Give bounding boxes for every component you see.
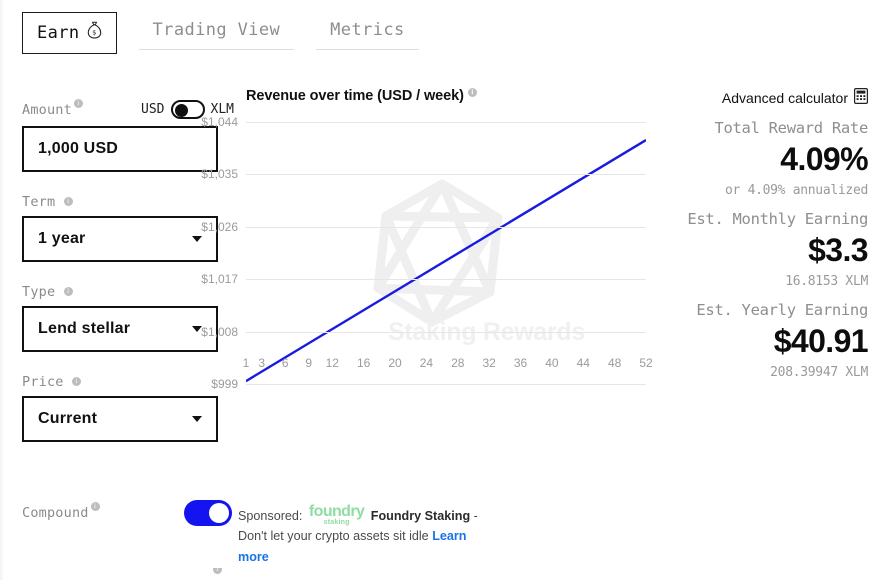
monthly-earning-label: Est. Monthly Earning: [687, 210, 868, 228]
chart-x-tick-label: 24: [419, 356, 434, 370]
price-select[interactable]: Current: [22, 396, 218, 442]
advanced-calculator-label: Advanced calculator: [721, 89, 848, 106]
chart-y-tick-label: $1,044: [201, 115, 238, 129]
info-icon[interactable]: i: [467, 88, 477, 97]
chart-x-tick-label: 12: [325, 356, 339, 370]
reward-rate-sub: or 4.09% annualized: [724, 183, 868, 198]
chart-title-text: Revenue over time (USD / week): [246, 88, 464, 104]
foundry-logo-sub: staking: [323, 519, 350, 526]
money-bag-icon: $: [87, 21, 102, 44]
advanced-calculator-button[interactable]: Advanced calculator: [618, 88, 869, 107]
chart-y-tick-label: $1,008: [201, 324, 238, 339]
chart-x-tick-label: 44: [576, 356, 590, 370]
amount-label: Amount i: [22, 98, 83, 118]
chart-gridline: [246, 122, 646, 123]
chart-y-tick-label: $1,026: [201, 219, 238, 234]
info-icon[interactable]: i: [213, 568, 222, 574]
foundry-logo-main: foundry: [308, 503, 365, 520]
next-field-row-partial: i: [22, 568, 222, 580]
amount-input[interactable]: 1,000 USD: [22, 126, 218, 172]
chevron-down-icon: [192, 236, 202, 242]
chart-y-tick-label: $999: [211, 377, 238, 391]
sponsor-text: Don't let your crypto assets sit idle: [238, 529, 429, 544]
tab-earn[interactable]: Earn $: [22, 12, 117, 54]
chart-x-tick-label: 6: [281, 356, 289, 370]
svg-text:$: $: [92, 29, 96, 37]
info-icon[interactable]: i: [63, 197, 73, 206]
compound-toggle[interactable]: [184, 500, 232, 526]
type-value: Lend stellar: [38, 320, 131, 337]
tab-earn-label: Earn: [37, 22, 80, 43]
chart-x-tick-label: 9: [305, 356, 313, 370]
monthly-earning-value: $3.3: [808, 232, 868, 268]
chart-gridline: [246, 279, 646, 281]
chart-plot-area: Staking Rewards $999 $1,008 $1,017 $1,026 $1…: [201, 115, 646, 391]
reward-rate-value: 4.09%: [780, 141, 868, 177]
results-panel: Advanced calculator Total Reward Rate 4.…: [618, 88, 869, 380]
revenue-chart: Revenue over time (USD / week) i Staking…: [201, 88, 653, 391]
price-value: Current: [38, 410, 98, 427]
monthly-earning-sub: 16.8153 XLM: [785, 274, 868, 289]
compound-label: Compound i: [22, 502, 100, 521]
type-select[interactable]: Lend stellar: [22, 306, 218, 352]
chart-x-tick-label: 16: [356, 356, 371, 370]
term-label: Term i: [22, 194, 222, 210]
chart-title: Revenue over time (USD / week) i: [246, 88, 646, 104]
chart-y-tick-label: $1,035: [201, 167, 238, 182]
yearly-earning-label: Est. Yearly Earning: [696, 301, 868, 319]
type-label: Type i: [22, 284, 222, 300]
term-value: 1 year: [38, 230, 86, 247]
sponsor-dash: -: [473, 509, 478, 523]
info-icon[interactable]: i: [63, 287, 73, 296]
chart-gridline: [246, 226, 646, 228]
term-select[interactable]: 1 year: [22, 216, 218, 262]
tab-metrics[interactable]: Metrics: [316, 12, 419, 50]
chart-y-tick-label: $1,017: [201, 272, 238, 287]
chart-x-tick-label: 3: [258, 356, 266, 370]
chart-gridline: [246, 384, 646, 385]
sponsored-prefix: Sponsored:: [238, 509, 303, 523]
chart-x-tick-label: 40: [545, 356, 559, 370]
foundry-logo: foundry staking: [308, 503, 365, 527]
price-label: Price i: [22, 374, 222, 390]
chevron-down-icon: [192, 416, 202, 422]
tab-trading-view[interactable]: Trading View: [138, 12, 295, 50]
chart-x-tick-label: 32: [482, 356, 496, 370]
calculator-form: Amount i USD XLM 1,000 USD Term i 1 year…: [22, 98, 234, 442]
chart-line-series: [246, 139, 646, 383]
page-left-edge: [0, 0, 3, 580]
calculator-icon: [854, 88, 869, 107]
yearly-earning-value: $40.91: [773, 323, 869, 359]
chart-gridline: [246, 174, 646, 176]
yearly-earning-sub: 208.39947 XLM: [770, 365, 868, 380]
chart-gridline: [246, 331, 646, 333]
compound-row: Compound i: [22, 500, 232, 526]
chart-x-tick-label: 1: [242, 356, 250, 370]
currency-toggle[interactable]: [170, 100, 205, 119]
currency-usd-label: USD: [141, 102, 165, 117]
tab-metrics-label: Metrics: [330, 20, 405, 40]
info-icon[interactable]: i: [90, 502, 100, 511]
reward-rate-label: Total Reward Rate: [714, 119, 868, 137]
chart-x-tick-label: 28: [451, 356, 465, 370]
info-icon[interactable]: i: [73, 98, 83, 108]
chart-x-tick-label: 36: [513, 356, 528, 370]
sponsor-brand: Foundry Staking: [370, 509, 471, 523]
chart-x-tick-label: 20: [388, 356, 402, 370]
chart-x-axis: 1 3 6 9 12 16 20 24 28 32 36 40 44 48 52: [242, 356, 653, 374]
tab-trading-view-label: Trading View: [152, 20, 281, 40]
tab-bar: Earn $ Trading View Metrics: [22, 12, 419, 54]
info-icon[interactable]: i: [71, 377, 81, 386]
amount-value: 1,000 USD: [38, 140, 119, 157]
sponsored-banner: Sponsored: foundry staking Foundry Staki…: [238, 504, 488, 567]
